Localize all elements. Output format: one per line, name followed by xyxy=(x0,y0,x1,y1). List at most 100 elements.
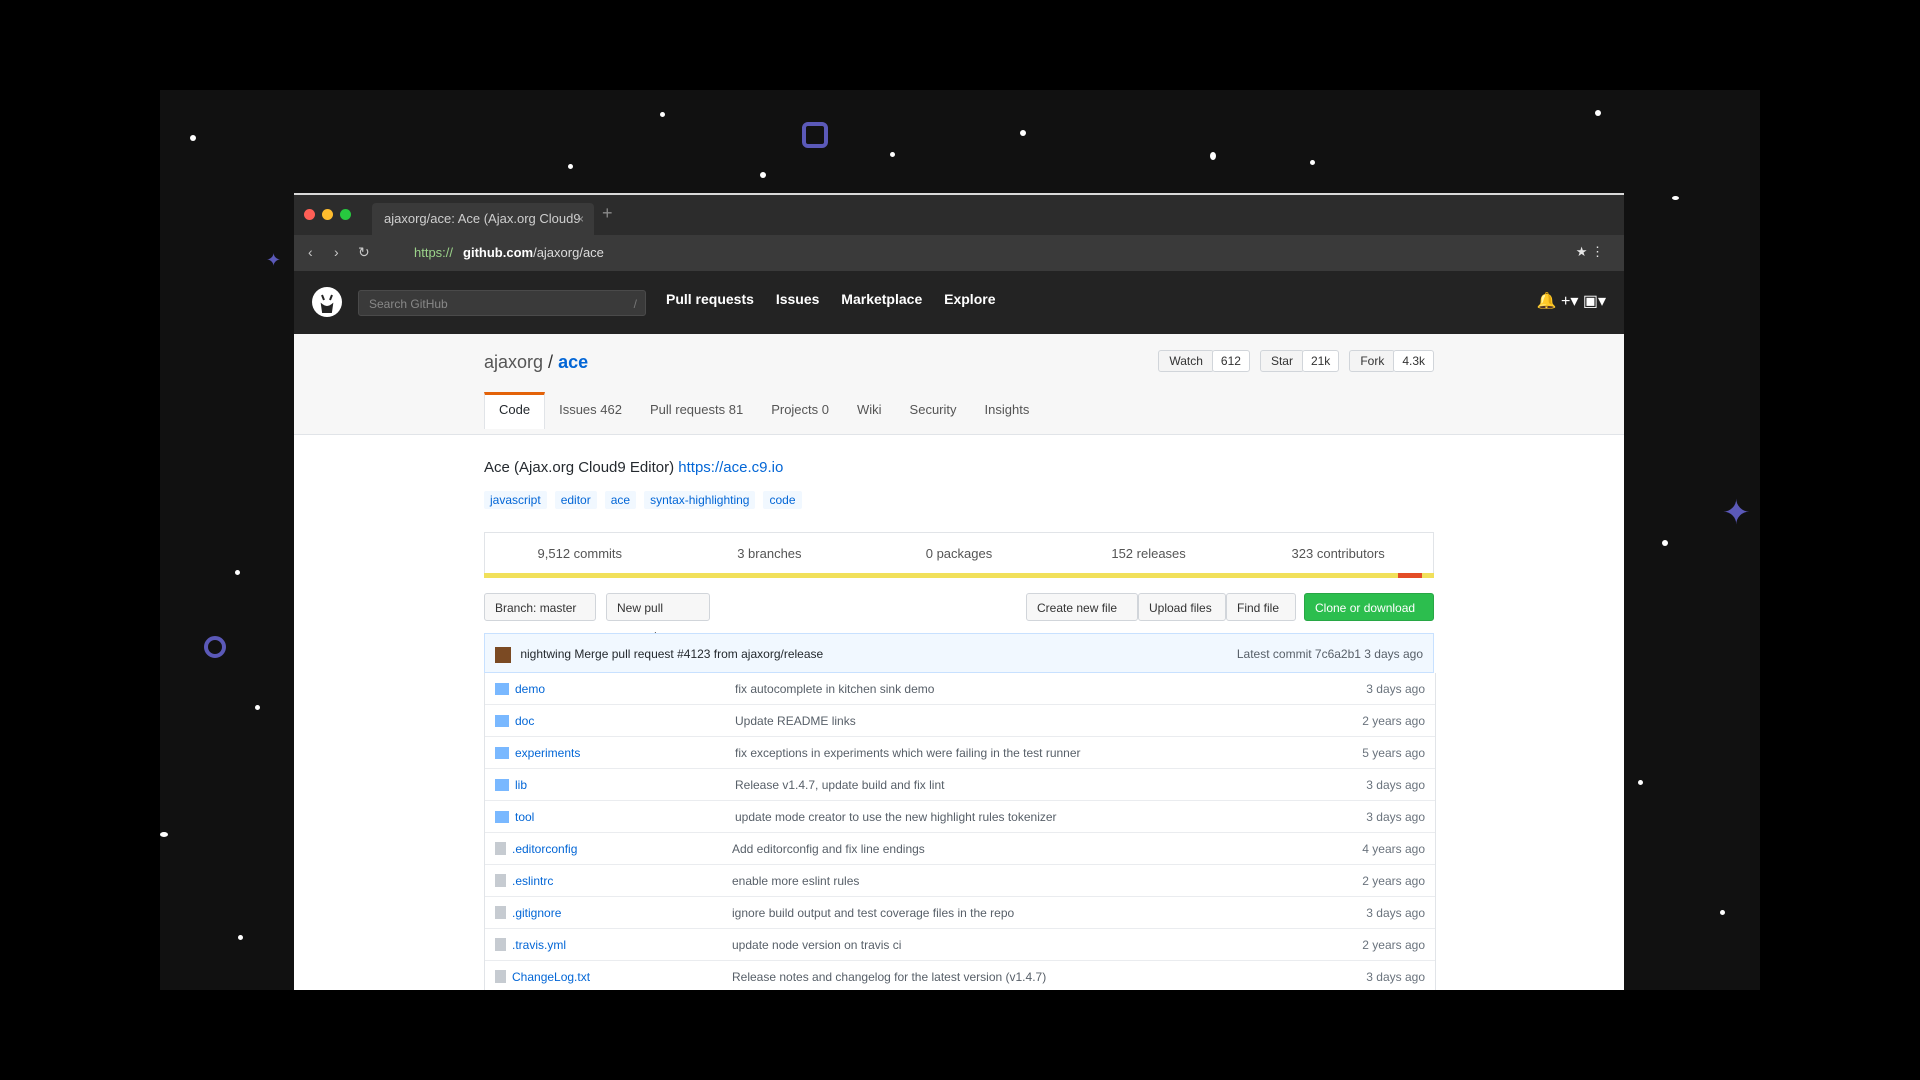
reload-icon[interactable]: ↻ xyxy=(358,244,370,261)
star xyxy=(160,832,168,837)
branches-link[interactable]: 3 branches xyxy=(675,546,865,561)
folder-icon xyxy=(495,746,509,759)
repo-name-link[interactable]: ace xyxy=(558,352,588,372)
table-row: .gitignore ignore build output and test c… xyxy=(485,897,1435,929)
upload-files-button[interactable]: Upload files xyxy=(1138,593,1226,621)
search-placeholder: Search GitHub xyxy=(369,297,448,311)
commit-message[interactable]: nightwing Merge pull request #4123 from … xyxy=(520,647,823,661)
table-row: .travis.yml update node version on travis… xyxy=(485,929,1435,961)
browser-tab[interactable]: ajaxorg/ace: Ace (Ajax.org Cloud9 Editor… xyxy=(372,203,594,258)
commit-message-link[interactable]: Update README links xyxy=(735,714,1335,728)
close-icon[interactable]: × xyxy=(577,203,584,235)
minimize-window-button[interactable] xyxy=(322,209,333,220)
file-list: demo fix autocomplete in kitchen sink dem… xyxy=(484,673,1436,990)
star-count[interactable]: 21k xyxy=(1301,350,1340,372)
commit-message-link[interactable]: enable more eslint rules xyxy=(732,874,1335,888)
file-name-link[interactable]: demo xyxy=(515,682,735,696)
table-row: doc Update README links 2 years ago xyxy=(485,705,1435,737)
watch-count[interactable]: 612 xyxy=(1211,350,1250,372)
find-file-button[interactable]: Find file xyxy=(1226,593,1296,621)
topic-tag[interactable]: javascript xyxy=(484,491,547,509)
file-toolbar: Branch: master ▾ New pull request Create… xyxy=(484,593,1434,643)
commit-message-link[interactable]: ignore build output and test coverage fi… xyxy=(732,906,1335,920)
repo-title: ajaxorg / ace xyxy=(484,352,588,373)
nav-pull-requests[interactable]: Pull requests xyxy=(666,291,754,307)
table-row: demo fix autocomplete in kitchen sink dem… xyxy=(485,673,1435,705)
file-name-link[interactable]: .editorconfig xyxy=(512,842,732,856)
file-name-link[interactable]: doc xyxy=(515,714,735,728)
language-segment xyxy=(1398,573,1422,578)
topic-tag[interactable]: editor xyxy=(554,491,597,509)
fork-count[interactable]: 4.3k xyxy=(1393,350,1434,372)
tab-projects[interactable]: Projects 0 xyxy=(757,392,843,429)
star-button[interactable]: Star xyxy=(1259,350,1304,372)
search-input[interactable]: Search GitHub / xyxy=(358,290,646,316)
commit-message-link[interactable]: fix exceptions in experiments which were… xyxy=(735,746,1335,760)
packages-link[interactable]: 0 packages xyxy=(864,546,1054,561)
nav-issues[interactable]: Issues xyxy=(776,291,820,307)
commit-message-link[interactable]: Release v1.4.7, update build and fix lin… xyxy=(735,778,1335,792)
repo-actions: Watch 612 Star 21k Fork 4.3k xyxy=(1158,350,1434,372)
browser-window: ajaxorg/ace: Ace (Ajax.org Cloud9 Editor… xyxy=(294,195,1624,990)
nav-explore[interactable]: Explore xyxy=(944,291,995,307)
file-name-link[interactable]: .travis.yml xyxy=(512,938,732,952)
commit-message-link[interactable]: Release notes and changelog for the late… xyxy=(732,970,1335,984)
commits-link[interactable]: 9,512 commits xyxy=(485,546,675,561)
commit-meta[interactable]: Latest commit 7c6a2b1 3 days ago xyxy=(1237,634,1423,674)
create-file-button[interactable]: Create new file xyxy=(1026,593,1138,621)
star xyxy=(1310,160,1315,165)
forward-icon[interactable]: › xyxy=(334,244,339,260)
topic-tag[interactable]: ace xyxy=(604,491,637,509)
back-icon[interactable]: ‹ xyxy=(308,244,313,260)
maximize-window-button[interactable] xyxy=(340,209,351,220)
description-text: Ace (Ajax.org Cloud9 Editor) xyxy=(484,459,675,476)
github-logo-icon[interactable] xyxy=(310,285,344,319)
new-tab-button[interactable]: + xyxy=(602,203,613,224)
releases-link[interactable]: 152 releases xyxy=(1054,546,1244,561)
tab-insights[interactable]: Insights xyxy=(971,392,1044,429)
branch-select[interactable]: Branch: master ▾ xyxy=(484,593,596,643)
github-nav: Pull requests Issues Marketplace Explore xyxy=(666,291,1013,307)
file-icon xyxy=(495,874,506,887)
file-age: 3 days ago xyxy=(1366,969,1425,984)
file-name-link[interactable]: experiments xyxy=(515,746,735,760)
language-bar[interactable] xyxy=(484,573,1434,578)
website-link[interactable]: https://ace.c9.io xyxy=(678,459,783,476)
topic-tag[interactable]: code xyxy=(763,491,802,509)
url-input[interactable]: https:// github.com/ajaxorg/ace xyxy=(414,241,1494,265)
clone-download-button[interactable]: Clone or download ▾ xyxy=(1304,593,1434,643)
folder-icon xyxy=(495,810,509,823)
folder-icon xyxy=(495,778,509,791)
repo-description: Ace (Ajax.org Cloud9 Editor) https://ace… xyxy=(484,459,783,476)
search-hint: / xyxy=(633,297,637,311)
file-name-link[interactable]: ChangeLog.txt xyxy=(512,970,732,984)
commit-message-link[interactable]: fix autocomplete in kitchen sink demo xyxy=(735,682,1335,696)
browser-menu-icons[interactable]: ★ ⋮ xyxy=(1576,244,1604,260)
nav-marketplace[interactable]: Marketplace xyxy=(841,291,922,307)
table-row: lib Release v1.4.7, update build and fix … xyxy=(485,769,1435,801)
commit-message-link[interactable]: update node version on travis ci xyxy=(732,938,1335,952)
table-row: .editorconfig Add editorconfig and fix li… xyxy=(485,833,1435,865)
watch-button[interactable]: Watch xyxy=(1158,350,1214,372)
header-actions[interactable]: 🔔 +▾ ▣▾ xyxy=(1537,291,1606,311)
repo-owner-link[interactable]: ajaxorg xyxy=(484,352,543,372)
contributors-link[interactable]: 323 contributors xyxy=(1243,546,1433,561)
file-name-link[interactable]: lib xyxy=(515,778,735,792)
new-pull-request-button[interactable]: New pull request xyxy=(606,593,710,643)
tab-wiki[interactable]: Wiki xyxy=(843,392,896,429)
tab-pull-requests[interactable]: Pull requests 81 xyxy=(636,392,757,429)
file-name-link[interactable]: .eslintrc xyxy=(512,874,732,888)
github-header: Search GitHub / Pull requests Issues Mar… xyxy=(294,271,1624,334)
tab-security[interactable]: Security xyxy=(896,392,971,429)
fork-button[interactable]: Fork xyxy=(1349,350,1396,372)
repo-summary: 9,512 commits 3 branches 0 packages 152 … xyxy=(484,532,1434,574)
commit-message-link[interactable]: update mode creator to use the new highl… xyxy=(735,810,1335,824)
topic-tag[interactable]: syntax-highlighting xyxy=(644,491,756,509)
close-window-button[interactable] xyxy=(304,209,315,220)
tab-code[interactable]: Code xyxy=(484,392,546,429)
commit-message-link[interactable]: Add editorconfig and fix line endings xyxy=(732,842,1335,856)
file-name-link[interactable]: tool xyxy=(515,810,735,824)
tab-issues[interactable]: Issues 462 xyxy=(545,392,636,429)
file-name-link[interactable]: .gitignore xyxy=(512,906,732,920)
avatar[interactable] xyxy=(495,646,511,663)
